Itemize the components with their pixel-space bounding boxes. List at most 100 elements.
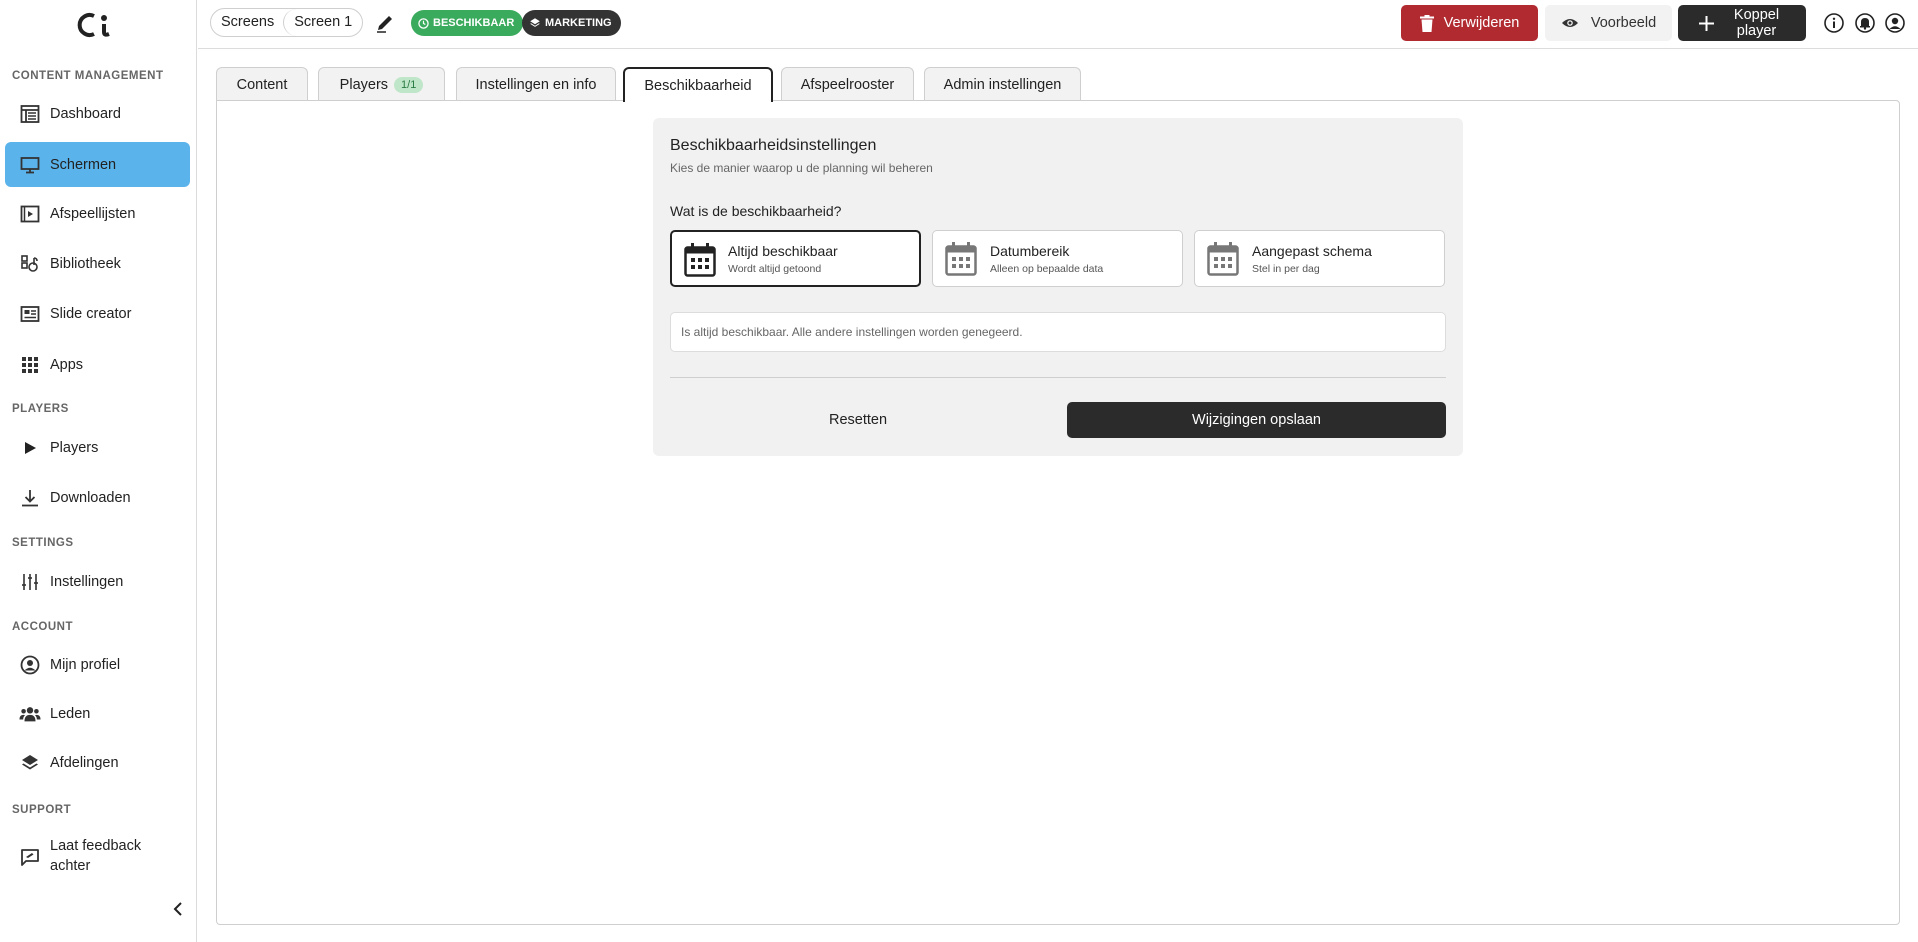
option-description: Alleen op bepaalde data: [990, 263, 1104, 275]
delete-button-label: Verwijderen: [1443, 15, 1520, 31]
option-description: Stel in per dag: [1252, 263, 1320, 275]
sidebar-item-label: Schermen: [50, 156, 117, 173]
topbar: Screens Screen 1 BESCHIKBAAR MARKETING V…: [198, 0, 1918, 49]
library-icon: [19, 253, 41, 275]
download-icon: [19, 487, 41, 509]
monitor-icon: [19, 154, 41, 176]
tab-label: Admin instellingen: [943, 76, 1062, 93]
collapse-sidebar-icon[interactable]: [168, 899, 188, 919]
sidebar-item-schermen[interactable]: Schermen: [5, 142, 190, 187]
tab-beschikbaarheid[interactable]: Beschikbaarheid: [623, 67, 773, 102]
tab-label: Content: [236, 76, 288, 93]
sidebar-item-afdelingen[interactable]: Afdelingen: [5, 740, 190, 785]
delete-button[interactable]: Verwijderen: [1401, 5, 1538, 41]
option-title: Altijd beschikbaar: [728, 243, 838, 259]
sidebar-item-label: Leden: [50, 705, 91, 722]
calendar-icon: [684, 243, 716, 277]
tab-label: Players: [339, 76, 389, 93]
plus-icon: [1698, 15, 1714, 31]
breadcrumb-screens[interactable]: Screens: [211, 9, 284, 36]
tab-content[interactable]: Content: [216, 67, 308, 101]
calendar-icon: [1207, 242, 1239, 276]
card-subtitle: Kies de manier waarop u de planning wil …: [670, 161, 933, 175]
clock-icon: [418, 17, 429, 29]
sidebar-item-mijn-profiel[interactable]: Mijn profiel: [5, 642, 190, 687]
availability-info: Is altijd beschikbaar. Alle andere inste…: [670, 312, 1446, 352]
tab-admin-instellingen[interactable]: Admin instellingen: [924, 67, 1081, 101]
bell-icon[interactable]: [1854, 12, 1876, 34]
preview-button-label: Voorbeeld: [1590, 15, 1657, 31]
sidebar-item-label: Afspeellijsten: [50, 205, 136, 222]
sidebar-item-label: Slide creator: [50, 305, 132, 322]
card-title: Beschikbaarheidsinstellingen: [670, 137, 877, 154]
play-icon: [19, 437, 41, 459]
option-description: Wordt altijd getoond: [728, 263, 822, 275]
sidebar-item-dashboard[interactable]: Dashboard: [5, 91, 190, 136]
sidebar-item-label: Dashboard: [50, 105, 121, 122]
eye-icon: [1561, 19, 1578, 27]
option-date-range[interactable]: Datumbereik Alleen op bepaalde data: [932, 230, 1183, 287]
section-title-players: PLAYERS: [12, 403, 69, 415]
edit-icon[interactable]: [374, 12, 396, 34]
sidebar: CONTENT MANAGEMENT Dashboard Schermen Af…: [0, 0, 197, 942]
divider: [670, 377, 1446, 378]
availability-card: Beschikbaarheidsinstellingen Kies de man…: [653, 118, 1463, 456]
option-always-available[interactable]: Altijd beschikbaar Wordt altijd getoond: [670, 230, 921, 287]
add-player-label-line1: Koppel: [1733, 7, 1780, 23]
sidebar-item-label: Downloaden: [50, 489, 131, 506]
sidebar-item-feedback[interactable]: Laat feedback achter: [5, 832, 190, 882]
user-icon[interactable]: [1884, 12, 1906, 34]
players-count-badge: 1/1: [394, 76, 424, 93]
sidebar-item-label-line1: Laat feedback: [50, 838, 142, 854]
info-icon[interactable]: [1823, 12, 1845, 34]
sidebar-item-label: Afdelingen: [50, 754, 119, 771]
sidebar-item-label: Bibliotheek: [50, 255, 121, 272]
option-custom-schedule[interactable]: Aangepast schema Stel in per dag: [1194, 230, 1445, 287]
add-player-button[interactable]: Koppel player: [1678, 5, 1806, 41]
preview-button[interactable]: Voorbeeld: [1545, 5, 1672, 41]
section-title-account: ACCOUNT: [12, 621, 73, 633]
playlist-icon: [19, 203, 41, 225]
group-badge: MARKETING: [522, 10, 621, 36]
calendar-icon: [945, 242, 977, 276]
status-badge-label: BESCHIKBAAR: [433, 17, 515, 29]
option-title: Datumbereik: [990, 243, 1070, 259]
apps-grid-icon: [19, 354, 41, 376]
users-icon: [19, 703, 41, 725]
tab-instellingen[interactable]: Instellingen en info: [456, 67, 616, 101]
section-title-content: CONTENT MANAGEMENT: [12, 70, 164, 82]
sidebar-item-instellingen[interactable]: Instellingen: [5, 559, 190, 604]
tab-label: Instellingen en info: [475, 76, 597, 93]
tab-players[interactable]: Players 1/1: [318, 67, 445, 101]
save-button[interactable]: Wijzigingen opslaan: [1067, 402, 1446, 438]
option-title: Aangepast schema: [1252, 243, 1372, 259]
sidebar-item-downloaden[interactable]: Downloaden: [5, 475, 190, 520]
reset-button[interactable]: Resetten: [670, 402, 1046, 438]
tab-afspeelrooster[interactable]: Afspeelrooster: [781, 67, 914, 101]
tab-label: Beschikbaarheid: [644, 77, 752, 94]
trash-icon: [1419, 14, 1434, 32]
availability-question: Wat is de beschikbaarheid?: [670, 203, 842, 219]
status-badge: BESCHIKBAAR: [411, 10, 524, 36]
dashboard-icon: [19, 103, 41, 125]
sidebar-item-bibliotheek[interactable]: Bibliotheek: [5, 241, 190, 286]
sidebar-item-slide-creator[interactable]: Slide creator: [5, 291, 190, 336]
profile-icon: [19, 654, 41, 676]
feedback-icon: [19, 846, 41, 868]
breadcrumb-screen-1[interactable]: Screen 1: [283, 9, 362, 36]
sidebar-item-players[interactable]: Players: [5, 425, 190, 470]
sidebar-item-leden[interactable]: Leden: [5, 691, 190, 736]
sidebar-item-label: Mijn profiel: [50, 656, 121, 673]
sidebar-item-afspeellijsten[interactable]: Afspeellijsten: [5, 191, 190, 236]
section-title-support: SUPPORT: [12, 804, 72, 816]
ci-logo[interactable]: [73, 10, 123, 40]
group-badge-label: MARKETING: [545, 17, 612, 29]
section-title-settings: SETTINGS: [12, 537, 74, 549]
sidebar-item-apps[interactable]: Apps: [5, 342, 190, 387]
layers-icon: [19, 752, 41, 774]
sidebar-item-label: Instellingen: [50, 573, 124, 590]
layers-icon: [530, 18, 540, 27]
add-player-button-label: Koppel player: [1728, 7, 1786, 39]
add-player-label-line2: player: [1736, 23, 1777, 39]
sidebar-item-label: Apps: [50, 356, 84, 373]
